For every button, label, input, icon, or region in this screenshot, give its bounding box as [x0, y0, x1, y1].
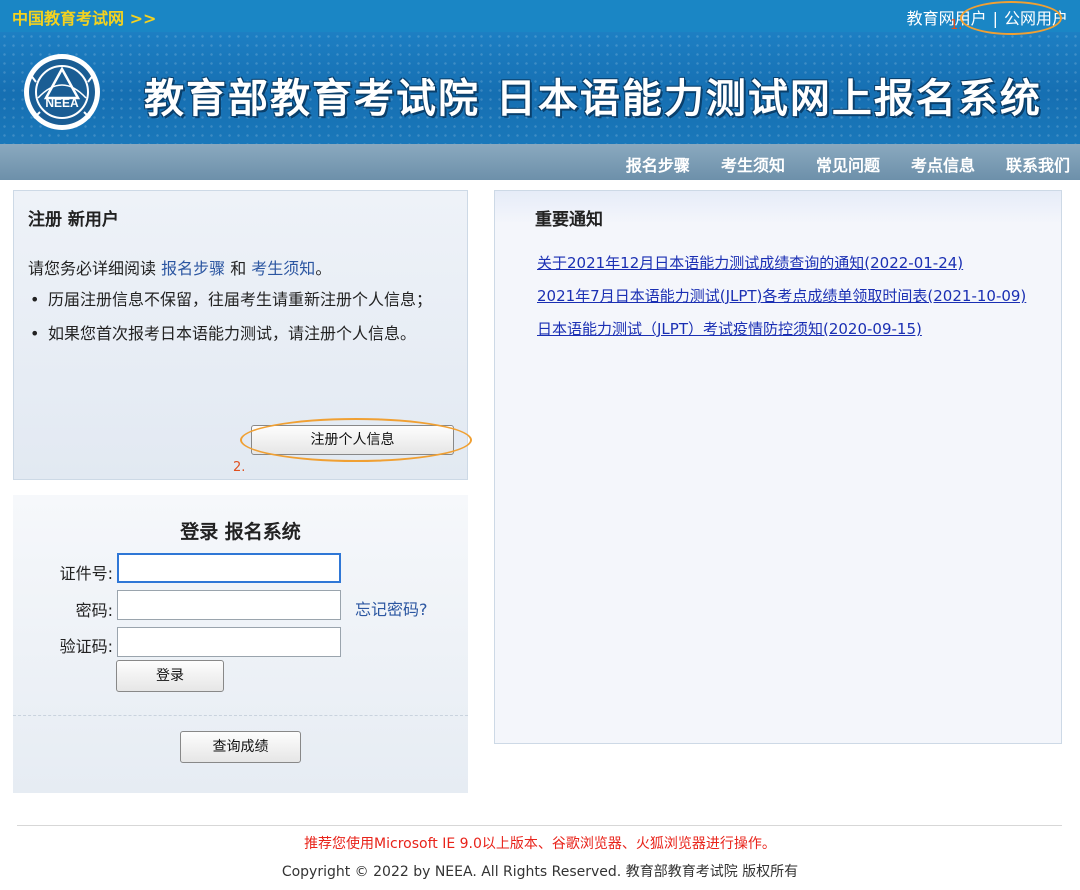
annotation-number-1: 1.: [950, 18, 963, 33]
nav-item-exam-notes[interactable]: 考生须知: [721, 152, 785, 176]
list-item: 日本语能力测试（JLPT）考试疫情防控须知(2020-09-15): [537, 319, 1042, 340]
nav-item-faq[interactable]: 常见问题: [816, 152, 880, 176]
password-input[interactable]: [117, 590, 341, 620]
login-button[interactable]: 登录: [116, 660, 224, 692]
login-panel: 登录 报名系统 证件号: 密码: 忘记密码? 验证码: 登录 查询成绩: [13, 495, 468, 793]
register-intro: 请您务必详细阅读 报名步骤 和 考生须知。: [28, 255, 331, 279]
list-item: 如果您首次报考日本语能力测试，请注册个人信息。: [28, 321, 458, 347]
neea-logo-icon: NEEA: [24, 54, 100, 130]
link-exam-notes[interactable]: 考生须知: [251, 259, 315, 278]
notice-title: 重要通知: [535, 210, 603, 230]
header-banner: NEEA 教育部教育考试院 日本语能力测试网上报名系统: [0, 32, 1080, 144]
query-score-button[interactable]: 查询成绩: [180, 731, 301, 763]
system-title: 教育部教育考试院 日本语能力测试网上报名系统: [144, 76, 1042, 122]
notice-panel: 重要通知 关于2021年12月日本语能力测试成绩查询的通知(2022-01-24…: [494, 190, 1062, 744]
id-label: 证件号:: [59, 564, 113, 583]
footer-divider: [17, 825, 1062, 826]
notice-link[interactable]: 关于2021年12月日本语能力测试成绩查询的通知(2022-01-24): [537, 254, 963, 272]
link-signup-steps[interactable]: 报名步骤: [161, 259, 225, 278]
password-label: 密码:: [75, 601, 113, 620]
copyright: Copyright © 2022 by NEEA. All Rights Res…: [281, 864, 799, 880]
browser-recommendation: 推荐您使用Microsoft IE 9.0以上版本、谷歌浏览器、火狐浏览器进行操…: [304, 836, 776, 852]
captcha-input[interactable]: [117, 627, 341, 657]
nav-item-test-centers[interactable]: 考点信息: [911, 152, 975, 176]
notice-link[interactable]: 2021年7月日本语能力测试(JLPT)各考点成绩单领取时间表(2021-10-…: [537, 287, 1026, 305]
notice-list: 关于2021年12月日本语能力测试成绩查询的通知(2022-01-24) 202…: [537, 253, 1042, 352]
list-item: 历届注册信息不保留，往届考生请重新注册个人信息；: [28, 287, 458, 313]
intro-text: 请您务必详细阅读: [28, 259, 162, 278]
divider: [13, 715, 468, 716]
top-bar: 中国教育考试网 >> 教育网用户 | 公网用户: [0, 0, 1080, 32]
annotation-number-2: 2.: [233, 460, 246, 475]
logo-text: NEEA: [45, 96, 79, 110]
site-brand-link[interactable]: 中国教育考试网 >>: [12, 5, 156, 29]
main-nav: 报名步骤 考生须知 常见问题 考点信息 联系我们: [0, 144, 1080, 180]
login-title: 登录 报名系统: [180, 521, 301, 543]
notice-link[interactable]: 日本语能力测试（JLPT）考试疫情防控须知(2020-09-15): [537, 320, 922, 338]
intro-period: 。: [315, 259, 332, 278]
annotation-ellipse-public-user: [960, 1, 1062, 35]
nav-item-contact[interactable]: 联系我们: [1006, 152, 1070, 176]
register-notes: 历届注册信息不保留，往届考生请重新注册个人信息； 如果您首次报考日本语能力测试，…: [28, 287, 458, 355]
forgot-password-link[interactable]: 忘记密码?: [355, 596, 428, 620]
list-item: 关于2021年12月日本语能力测试成绩查询的通知(2022-01-24): [537, 253, 1042, 274]
nav-item-signup-steps[interactable]: 报名步骤: [626, 152, 690, 176]
intro-and: 和: [225, 259, 252, 278]
register-title: 注册 新用户: [28, 210, 119, 230]
list-item: 2021年7月日本语能力测试(JLPT)各考点成绩单领取时间表(2021-10-…: [537, 286, 1042, 307]
annotation-ellipse-register: [240, 418, 472, 462]
id-number-input[interactable]: [117, 553, 341, 583]
captcha-label: 验证码:: [59, 637, 113, 656]
